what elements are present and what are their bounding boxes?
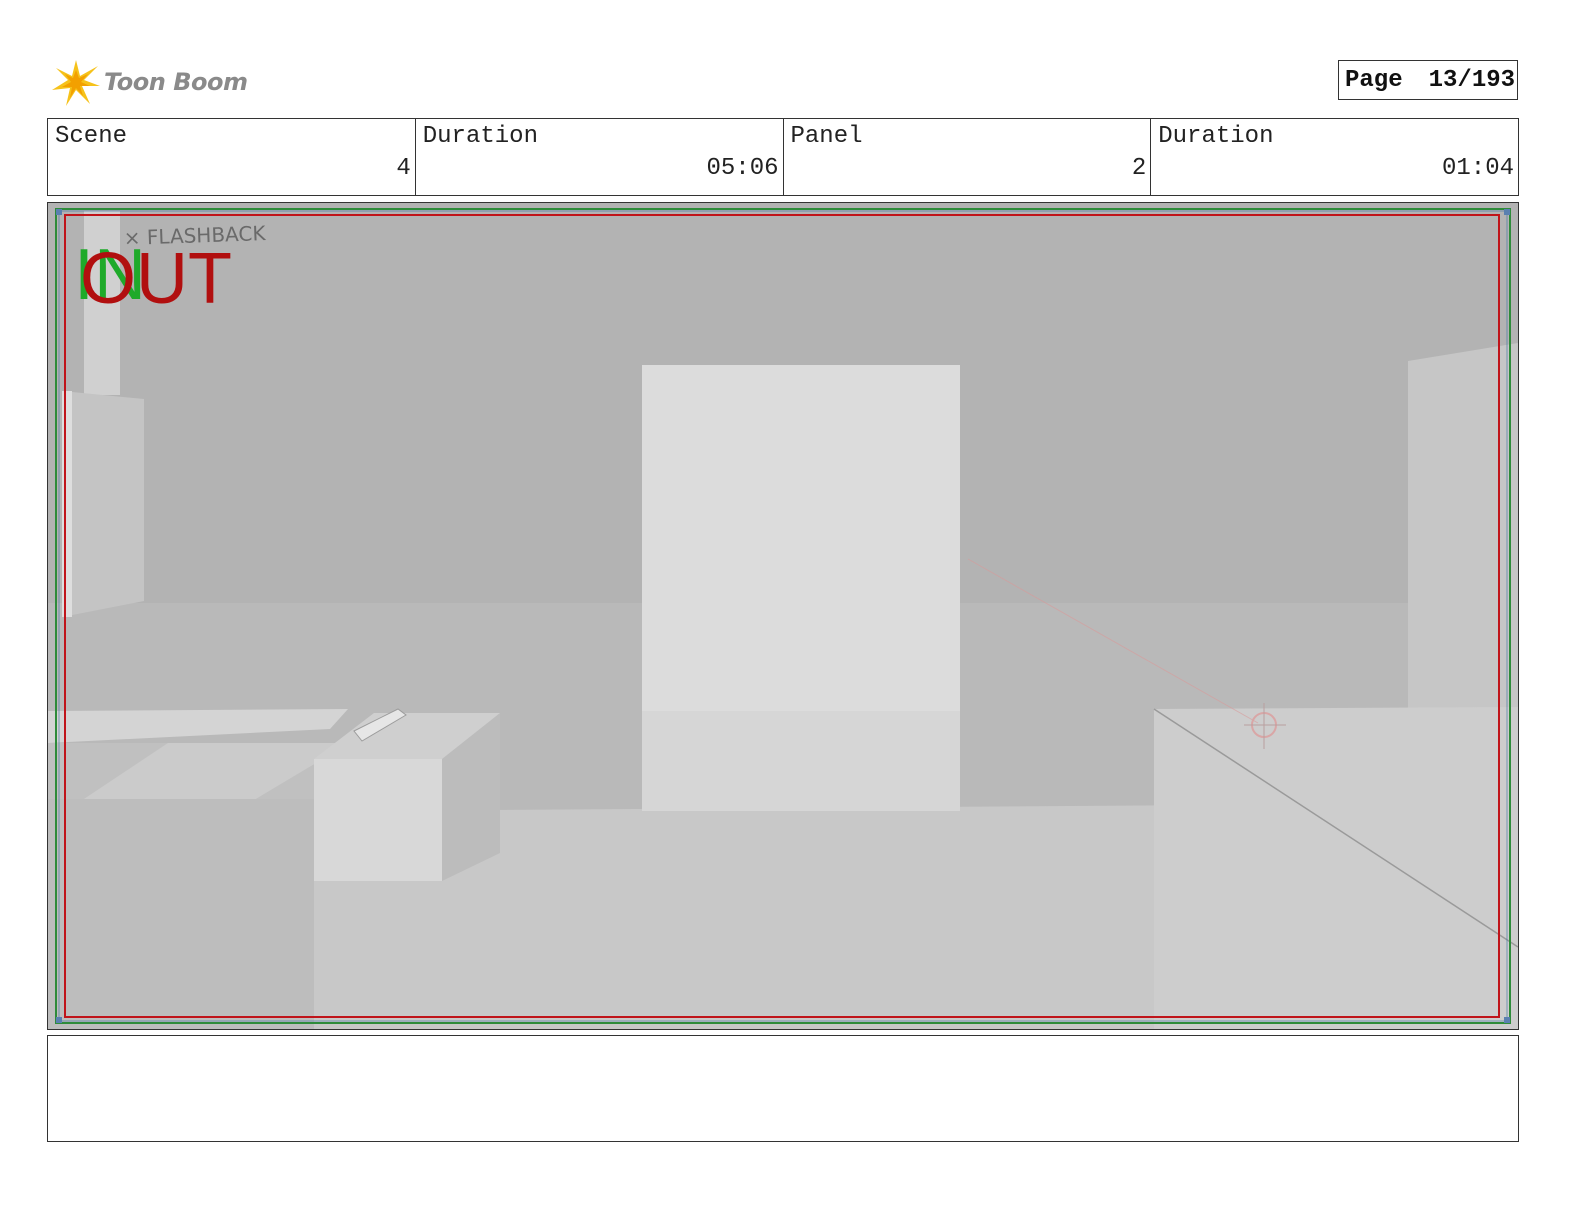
panel-duration-label: Duration <box>1158 123 1274 150</box>
info-table: Scene 4 Duration 05:06 Panel 2 Duration … <box>47 118 1519 196</box>
logo-burst-icon <box>52 60 100 106</box>
panel-duration-value: 01:04 <box>1441 155 1514 182</box>
scene-duration-label: Duration <box>422 123 538 150</box>
panel-label: Panel <box>790 123 863 150</box>
storyboard-panel: IN OUT × FLASHBACK <box>47 202 1519 1030</box>
panel-cell: Panel 2 <box>784 119 1152 195</box>
page-label: Page <box>1345 66 1403 94</box>
scene-duration-value: 05:06 <box>706 155 779 182</box>
logo-text: Toon Boom <box>104 68 248 96</box>
flashback-note: × FLASHBACK <box>123 221 266 250</box>
scene-cell: Scene 4 <box>48 119 416 195</box>
scene-value: 4 <box>396 155 411 182</box>
page-indicator: Page 13/193 <box>1338 60 1518 100</box>
page-number: 13/193 <box>1428 66 1516 94</box>
panel-scene-drawing: IN OUT × FLASHBACK <box>48 203 1518 1029</box>
caption-box[interactable] <box>47 1035 1519 1142</box>
panel-value: 2 <box>1131 155 1147 182</box>
scene-label: Scene <box>55 123 128 150</box>
toon-boom-logo: Toon Boom <box>50 54 248 110</box>
panel-duration-cell: Duration 01:04 <box>1151 119 1518 195</box>
out-marker: OUT <box>80 239 232 319</box>
scene-duration-cell: Duration 05:06 <box>416 119 784 195</box>
